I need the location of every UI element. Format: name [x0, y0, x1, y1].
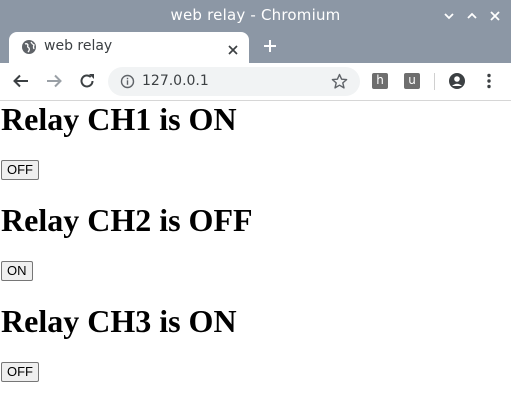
tab-strip: web relay: [0, 32, 511, 63]
relay-ch1-toggle-button[interactable]: OFF: [1, 160, 39, 180]
relay-ch2-toggle-button[interactable]: ON: [1, 261, 33, 281]
relay-ch3-heading: Relay CH3 is ON: [1, 303, 237, 339]
info-icon[interactable]: [120, 74, 135, 93]
new-tab-icon[interactable]: [262, 38, 278, 58]
bookmark-star-icon[interactable]: [331, 73, 348, 94]
reload-icon[interactable]: [78, 72, 96, 94]
window-titlebar: web relay - Chromium: [0, 0, 511, 32]
minimize-icon[interactable]: [442, 9, 456, 23]
browser-toolbar: 127.0.0.1 h u: [0, 63, 511, 101]
toolbar-divider: [434, 73, 435, 90]
relay-ch1-heading: Relay CH1 is ON: [1, 101, 237, 137]
relay-ch3-toggle-button[interactable]: OFF: [1, 362, 39, 382]
menu-kebab-icon[interactable]: [481, 72, 497, 94]
extension-h-icon[interactable]: h: [372, 73, 388, 89]
extension-u-icon[interactable]: u: [404, 73, 420, 89]
url-text[interactable]: 127.0.0.1: [142, 73, 209, 89]
relay-ch2-heading: Relay CH2 is OFF: [1, 202, 253, 238]
tab-title: web relay: [44, 38, 113, 54]
profile-avatar-icon[interactable]: [448, 72, 466, 94]
page-content: Relay CH1 is ON OFF Relay CH2 is OFF ON …: [0, 101, 511, 409]
window-title: web relay - Chromium: [170, 6, 341, 24]
maximize-icon[interactable]: [465, 9, 479, 23]
tab-web-relay[interactable]: web relay: [9, 32, 249, 63]
omnibox[interactable]: 127.0.0.1: [108, 67, 360, 96]
globe-icon: [21, 39, 37, 59]
close-window-icon[interactable]: [488, 9, 502, 23]
forward-arrow-icon[interactable]: [45, 72, 63, 94]
back-arrow-icon[interactable]: [12, 72, 30, 94]
close-tab-icon[interactable]: [227, 41, 239, 60]
